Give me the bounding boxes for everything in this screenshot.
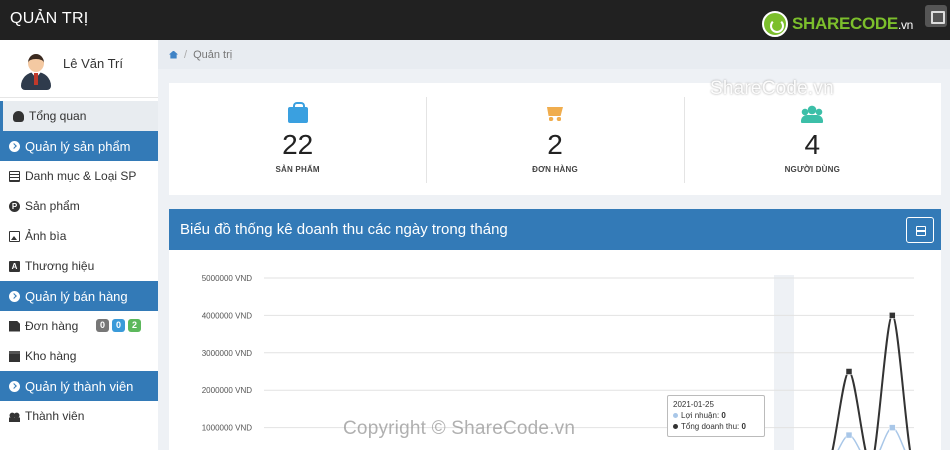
sidebar-item-orders[interactable]: Đơn hàng 0 0 2 — [0, 311, 158, 341]
sidebar-section-members[interactable]: Quản lý thành viên — [0, 371, 158, 401]
sidebar-section-products[interactable]: Quản lý sản phẩm — [0, 131, 158, 161]
y-tick-label: 4000000 VND — [202, 311, 252, 320]
y-tick-label: 3000000 VND — [202, 349, 252, 358]
sidebar-item-products[interactable]: P Sản phẩm — [0, 191, 158, 221]
sidebar-item-overview[interactable]: Tổng quan — [0, 101, 158, 131]
sidebar-item-categories[interactable]: Danh mục & Loại SP — [0, 161, 158, 191]
sidebar-item-label: Kho hàng — [25, 349, 77, 363]
sidebar-item-warehouse[interactable]: Kho hàng — [0, 341, 158, 371]
main-content: / Quản trị 22 SẢN PHẨM 2 ĐƠN HÀNG 4 NGƯỜ… — [158, 40, 950, 450]
stat-value: 22 — [282, 129, 314, 160]
sidebar-section-sales[interactable]: Quản lý bán hàng — [0, 281, 158, 311]
chevron-circle-right-icon — [9, 290, 20, 302]
watermark-bottom: Copyright © ShareCode.vn — [343, 418, 576, 439]
sidebar-toggle-button[interactable] — [925, 5, 947, 27]
sidebar: Lê Văn Trí Tổng quan Quản lý sản phẩm Da… — [0, 40, 158, 450]
data-point — [889, 312, 896, 319]
avatar — [20, 53, 52, 91]
list-icon — [9, 170, 20, 182]
sharecode-logo: SHARECODE.vn — [762, 9, 913, 39]
stat-value: 4 — [804, 129, 821, 160]
user-name: Lê Văn Trí — [63, 56, 123, 71]
chart-tooltip: 2021-01-25 Lợi nhuận: 0 Tổng doanh thu: … — [667, 395, 765, 437]
logo-mark-icon — [762, 11, 788, 37]
tooltip-date: 2021-01-25 — [673, 400, 714, 409]
sidebar-item-label: Thương hiệu — [25, 259, 95, 273]
badge-processing: 0 — [112, 319, 126, 332]
dashboard-icon — [13, 110, 24, 122]
sidebar-item-label: Tổng quan — [29, 109, 87, 123]
product-hunt-icon: P — [9, 200, 20, 212]
sidebar-item-banner[interactable]: Ảnh bìa — [0, 221, 158, 251]
series-line — [837, 426, 906, 450]
series-line — [831, 314, 912, 450]
tooltip-profit-value: 0 — [721, 411, 726, 420]
stat-value: 2 — [547, 129, 563, 160]
chart-header: Biểu đồ thống kê doanh thu các ngày tron… — [169, 209, 941, 250]
sidebar-section-label: Quản lý sản phẩm — [25, 138, 131, 154]
top-navbar: QUẢN TRỊ SHARECODE.vn — [0, 0, 950, 40]
sidebar-item-members[interactable]: Thành viên — [0, 401, 158, 431]
y-tick-label: 5000000 VND — [202, 274, 252, 283]
sidebar-section-label: Quản lý bán hàng — [25, 288, 128, 304]
image-icon — [9, 230, 20, 242]
y-tick-label: 2000000 VND — [202, 386, 252, 395]
tooltip-revenue-label: Tổng doanh thu: — [681, 422, 740, 431]
sidebar-item-label: Sản phẩm — [25, 199, 80, 213]
home-icon[interactable] — [169, 50, 178, 59]
sidebar-item-label: Đơn hàng — [25, 319, 79, 333]
stat-label: NGƯỜI DÙNG — [784, 165, 841, 174]
breadcrumb: / Quản trị — [158, 40, 950, 69]
watermark-top: ShareCode.vn — [710, 78, 834, 99]
tooltip-profit-row: Lợi nhuận: 0 — [673, 410, 759, 421]
stat-orders: 2 ĐƠN HÀNG — [426, 83, 683, 195]
tooltip-revenue-row: Tổng doanh thu: 0 — [673, 421, 759, 432]
chevron-circle-right-icon — [9, 140, 20, 152]
logo-brand: SHARECODE — [792, 14, 898, 33]
users-icon — [801, 105, 824, 123]
logo-tld: .vn — [897, 18, 914, 32]
badge-pending: 0 — [96, 319, 110, 332]
tooltip-revenue-value: 0 — [741, 422, 746, 431]
shopping-cart-icon — [545, 105, 565, 123]
revenue-chart-panel: Biểu đồ thống kê doanh thu các ngày tron… — [169, 209, 941, 450]
order-badges: 0 0 2 — [96, 319, 142, 332]
y-tick-label: 1000000 VND — [202, 424, 252, 433]
user-panel: Lê Văn Trí — [0, 40, 158, 98]
sidebar-item-brands[interactable]: A Thương hiệu — [0, 251, 158, 281]
sidebar-section-label: Quản lý thành viên — [25, 378, 134, 394]
stat-label: ĐƠN HÀNG — [532, 165, 578, 174]
data-point — [845, 431, 853, 439]
hover-band — [774, 275, 794, 450]
users-icon — [9, 410, 20, 422]
stat-label: SẢN PHẨM — [275, 165, 320, 174]
data-point — [845, 368, 853, 375]
sidebar-item-label: Danh mục & Loại SP — [25, 169, 137, 183]
minimize-button[interactable] — [906, 217, 934, 243]
shopping-bag-icon — [287, 102, 308, 123]
chevron-circle-right-icon — [9, 380, 20, 392]
chart-title: Biểu đồ thống kê doanh thu các ngày tron… — [180, 221, 508, 238]
tooltip-profit-label: Lợi nhuận: — [681, 411, 720, 420]
breadcrumb-current: Quản trị — [193, 48, 233, 61]
stat-products: 22 SẢN PHẨM — [169, 83, 426, 195]
archive-icon — [9, 350, 20, 362]
sidebar-item-label: Thành viên — [25, 409, 85, 423]
file-icon — [9, 320, 20, 332]
data-point — [889, 424, 896, 431]
brand-title[interactable]: QUẢN TRỊ — [10, 10, 89, 28]
sidebar-item-label: Ảnh bìa — [25, 229, 67, 243]
badge-completed: 2 — [128, 319, 142, 332]
font-icon: A — [9, 260, 20, 272]
